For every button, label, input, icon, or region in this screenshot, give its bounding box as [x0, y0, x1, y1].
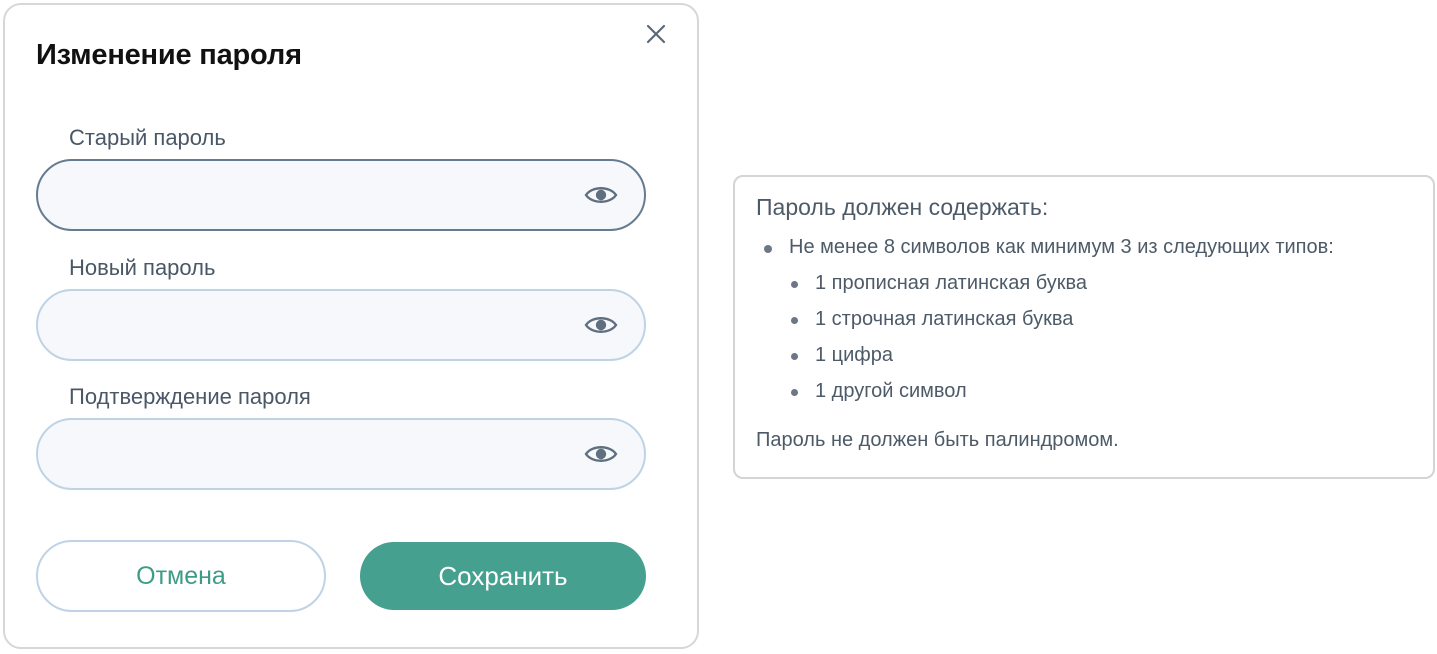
new-password-field [36, 289, 646, 361]
save-button[interactable]: Сохранить [360, 542, 646, 610]
bullet-icon [764, 245, 772, 253]
close-icon [641, 19, 671, 49]
eye-icon [584, 439, 618, 469]
bullet-icon [791, 281, 798, 288]
change-password-dialog: Изменение пароля Старый пароль Новый пар… [3, 3, 699, 649]
requirement-item: 1 строчная латинская буква [815, 308, 1074, 330]
requirement-item: 1 цифра [815, 344, 894, 366]
dialog-title: Изменение пароля [36, 39, 302, 71]
bullet-icon [791, 353, 798, 360]
old-password-visibility-toggle[interactable] [584, 180, 618, 210]
confirm-password-input[interactable] [36, 418, 646, 490]
confirm-password-label: Подтверждение пароля [69, 384, 311, 409]
new-password-visibility-toggle[interactable] [584, 310, 618, 340]
confirm-password-field [36, 418, 646, 490]
close-button[interactable] [641, 19, 671, 49]
password-requirements-box: Пароль должен содержать: Не менее 8 симв… [733, 175, 1435, 479]
requirements-title: Пароль должен содержать: [756, 194, 1049, 220]
requirement-item: 1 другой символ [815, 380, 967, 402]
requirement-item: 1 прописная латинская буква [815, 272, 1088, 294]
requirements-footer: Пароль не должен быть палиндромом. [756, 429, 1119, 451]
eye-icon [584, 310, 618, 340]
old-password-field [36, 159, 646, 231]
requirement-main: Не менее 8 символов как минимум 3 из сле… [789, 236, 1334, 258]
old-password-label: Старый пароль [69, 125, 226, 150]
confirm-password-visibility-toggle[interactable] [584, 439, 618, 469]
bullet-icon [791, 389, 798, 396]
new-password-input[interactable] [36, 289, 646, 361]
cancel-button[interactable]: Отмена [36, 540, 326, 612]
bullet-icon [791, 317, 798, 324]
eye-icon [584, 180, 618, 210]
old-password-input[interactable] [36, 159, 646, 231]
new-password-label: Новый пароль [69, 255, 216, 280]
